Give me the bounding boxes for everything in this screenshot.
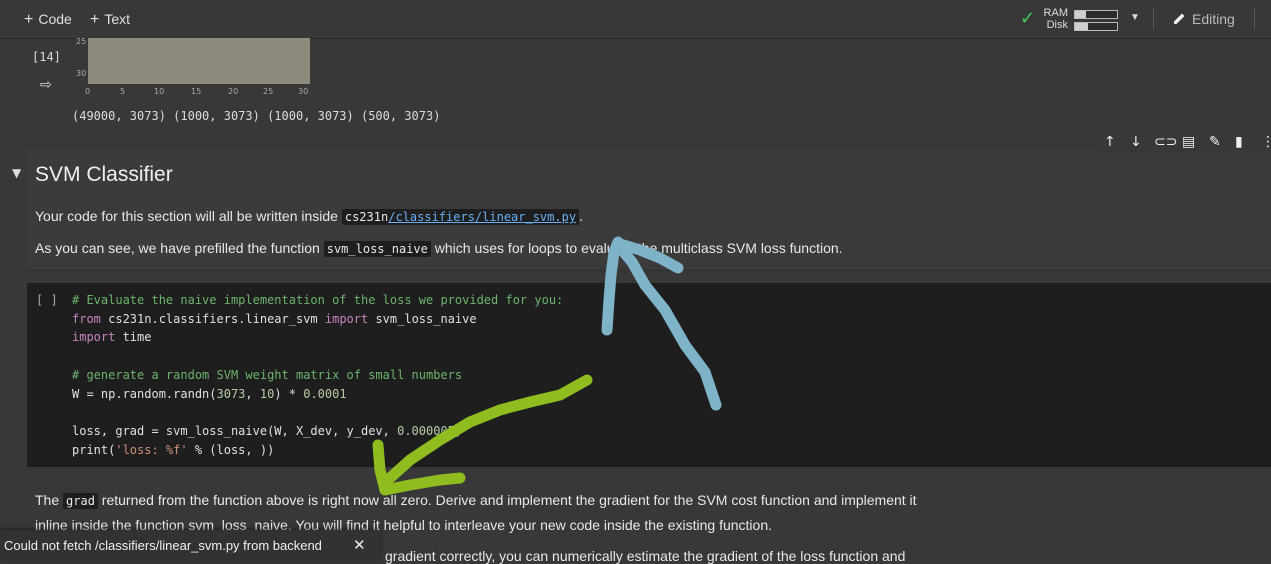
error-toast: Could not fetch /classifiers/linear_svm.… xyxy=(0,530,380,559)
x-tick-label: 20 xyxy=(228,87,239,96)
add-text-label: Text xyxy=(104,11,131,27)
trash-icon[interactable]: ▮ xyxy=(1235,134,1243,150)
editing-mode-button[interactable]: Editing xyxy=(1172,11,1235,27)
resource-monitor[interactable]: ✓ RAM Disk xyxy=(1020,6,1140,32)
paragraph-text: The xyxy=(35,492,64,508)
code-number: 3073 xyxy=(216,386,246,401)
section-heading: SVM Classifier xyxy=(35,163,173,186)
paragraph-text: which uses for loops to evaluate the mul… xyxy=(430,240,843,256)
output-icon[interactable]: ⇨ xyxy=(40,76,52,93)
code-line: # generate a random SVM weight matrix of… xyxy=(72,367,463,382)
markdown-paragraph: Your code for this section will all be w… xyxy=(35,208,583,225)
paragraph-text: Your code for this section will all be w… xyxy=(35,208,342,224)
close-icon[interactable]: ✕ xyxy=(353,536,366,554)
code-number: 0.000005 xyxy=(397,423,455,438)
ram-label: RAM xyxy=(1043,7,1068,19)
plus-icon: + xyxy=(24,11,34,28)
markdown-paragraph: The grad returned from the function abov… xyxy=(35,492,917,509)
disk-usage-bar xyxy=(1074,22,1118,31)
plus-icon: + xyxy=(90,11,100,28)
y-tick-label: 25 xyxy=(76,37,87,46)
chevron-down-icon[interactable]: ▼ xyxy=(1130,12,1140,23)
x-tick-label: 15 xyxy=(191,87,202,96)
arrow-up-icon[interactable]: ↑ xyxy=(1104,134,1116,150)
arrow-down-icon[interactable]: ↓ xyxy=(1130,134,1142,150)
add-code-label: Code xyxy=(38,11,72,27)
ram-usage-fill xyxy=(1075,11,1086,18)
code-line: import xyxy=(72,330,116,345)
code-editor[interactable]: # Evaluate the naive implementation of t… xyxy=(72,291,563,459)
x-tick-label: 5 xyxy=(120,87,126,96)
y-tick-label: 30 xyxy=(76,69,87,78)
code-line: from xyxy=(72,311,101,326)
x-tick-label: 30 xyxy=(298,87,309,96)
paragraph-text: returned from the function above is righ… xyxy=(97,492,917,508)
paragraph-text: As you can see, we have prefilled the fu… xyxy=(35,240,324,256)
editing-label: Editing xyxy=(1192,11,1235,27)
toast-message: Could not fetch /classifiers/linear_svm.… xyxy=(4,538,322,553)
paragraph-text: . xyxy=(579,208,583,224)
code-keyword: import xyxy=(324,311,369,326)
connected-check-icon: ✓ xyxy=(1020,8,1036,29)
cell-toolbar: ↑ ↓ ⊂⊃ ▤ ✎ ▮ ⋮ xyxy=(1098,134,1271,154)
code-number: 0.0001 xyxy=(303,386,347,401)
inline-code: grad xyxy=(63,493,98,509)
disk-label: Disk xyxy=(1046,19,1068,31)
execution-count: [14] xyxy=(32,50,61,64)
inline-code: cs231n/classifiers/linear_svm.py xyxy=(341,209,580,225)
markdown-paragraph: gradient correctly, you can numerically … xyxy=(385,548,906,564)
toolbar-divider xyxy=(1153,8,1154,30)
code-text: cs231n xyxy=(344,210,389,224)
toolbar-divider xyxy=(1254,8,1255,30)
notebook-toolbar: + Code + Text ✓ RAM Disk ▼ Editing xyxy=(0,0,1271,39)
plot-image xyxy=(88,38,310,84)
image-plot-output: 25 30 0 5 10 15 20 25 30 xyxy=(70,37,320,102)
code-string: 'loss: %f' xyxy=(115,442,188,457)
code-line: # Evaluate the naive implementation of t… xyxy=(72,293,564,307)
comment-icon[interactable]: ▤ xyxy=(1182,134,1195,150)
pencil-icon[interactable]: ✎ xyxy=(1209,134,1221,150)
file-link[interactable]: /classifiers/linear_svm.py xyxy=(388,210,576,224)
markdown-paragraph: As you can see, we have prefilled the fu… xyxy=(35,240,843,257)
pencil-icon xyxy=(1174,13,1185,24)
more-vert-icon[interactable]: ⋮ xyxy=(1261,134,1271,150)
x-tick-label: 10 xyxy=(154,87,165,96)
add-text-button[interactable]: + Text xyxy=(90,11,130,29)
disk-usage-fill xyxy=(1075,23,1088,30)
x-tick-label: 25 xyxy=(263,87,274,96)
output-text: (49000, 3073) (1000, 3073) (1000, 3073) … xyxy=(72,109,441,123)
link-icon[interactable]: ⊂⊃ xyxy=(1154,134,1177,150)
inline-code: svm_loss_naive xyxy=(323,241,431,257)
collapse-section-icon[interactable]: ▼ xyxy=(12,166,21,180)
run-cell-button[interactable]: [ ] xyxy=(36,293,58,307)
add-code-button[interactable]: + Code xyxy=(24,11,72,29)
code-number: 10 xyxy=(259,386,275,401)
x-tick-label: 0 xyxy=(85,87,91,96)
ram-usage-bar xyxy=(1074,10,1118,19)
